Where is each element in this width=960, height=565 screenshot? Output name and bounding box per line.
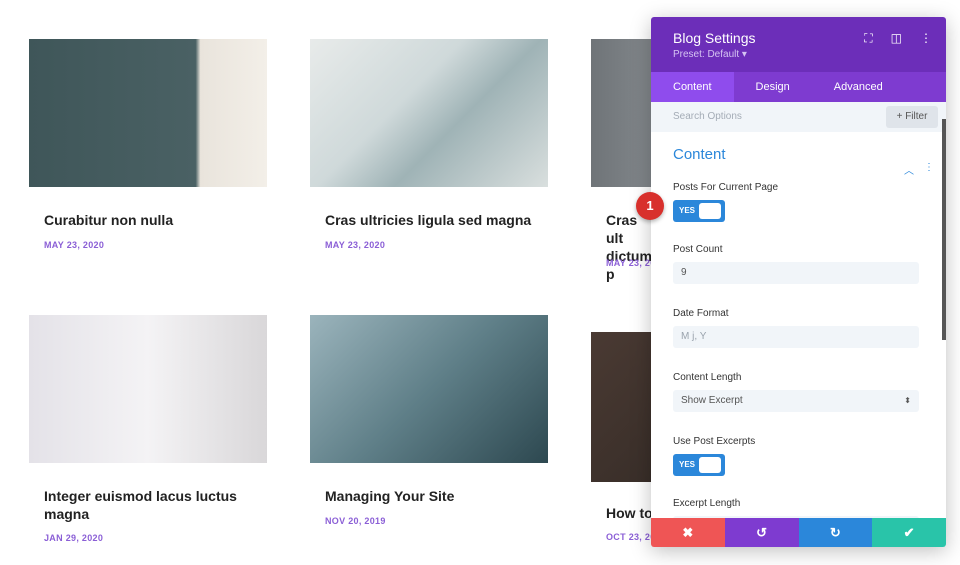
undo-button[interactable]: ↺ <box>724 518 799 547</box>
post-title[interactable]: Curabitur non nulla <box>44 211 259 229</box>
post-card[interactable]: Managing Your Site NOV 20, 2019 <box>310 315 548 526</box>
save-button[interactable]: ✔ <box>872 518 946 547</box>
section-menu-icon[interactable]: ⋮ <box>924 162 934 177</box>
post-date: MAY 23, 2020 <box>44 240 105 250</box>
field-label: Date Format <box>673 308 729 319</box>
use-post-excerpts-toggle[interactable]: YES <box>673 454 725 476</box>
post-title[interactable]: Cras ult dictum p <box>606 211 656 283</box>
filter-button[interactable]: + Filter <box>886 106 938 128</box>
post-date: MAY 23, 2020 <box>325 240 386 250</box>
post-date: OCT 23, 20 <box>606 532 656 542</box>
field-label: Post Count <box>673 244 723 255</box>
section-title[interactable]: Content <box>673 146 924 168</box>
redo-button[interactable]: ↻ <box>798 518 873 547</box>
field-label: Use Post Excerpts <box>673 436 756 447</box>
step-badge: 1 <box>636 192 664 220</box>
post-image[interactable] <box>310 39 548 187</box>
post-card[interactable]: Cras ultricies ligula sed magna MAY 23, … <box>310 39 548 250</box>
field-label: Posts For Current Page <box>673 182 779 193</box>
post-image[interactable] <box>29 315 267 463</box>
search-options-input[interactable]: Search Options + Filter <box>651 102 946 132</box>
chevron-up-icon[interactable]: ︿ <box>904 162 914 177</box>
post-card[interactable]: Curabitur non nulla MAY 23, 2020 <box>29 39 267 250</box>
posts-current-page-toggle[interactable]: YES <box>673 200 725 222</box>
post-card[interactable]: Integer euismod lacus luctus magna JAN 2… <box>29 315 267 543</box>
select-arrows-icon: ⬍ <box>904 396 911 405</box>
select-value: Show Excerpt <box>681 395 743 406</box>
blog-settings-panel: Blog Settings Preset: Default ▾ ⛶ ◫ ⋮ Co… <box>651 17 946 547</box>
post-date: MAY 23, 20 <box>606 258 656 268</box>
post-title[interactable]: Managing Your Site <box>325 487 540 505</box>
content-length-select[interactable]: Show Excerpt ⬍ <box>673 390 919 412</box>
post-date: JAN 29, 2020 <box>44 533 104 543</box>
tab-design[interactable]: Design <box>734 72 812 102</box>
post-title[interactable]: Integer euismod lacus luctus magna <box>44 487 259 523</box>
toggle-label: YES <box>679 460 696 469</box>
post-count-input[interactable]: 9 <box>673 262 919 284</box>
tab-content[interactable]: Content <box>651 72 734 102</box>
post-image[interactable] <box>29 39 267 187</box>
post-title[interactable]: Cras ultricies ligula sed magna <box>325 211 540 229</box>
field-label: Excerpt Length <box>673 498 741 509</box>
tab-advanced[interactable]: Advanced <box>812 72 905 102</box>
sidebar-layout-icon[interactable]: ◫ <box>891 31 902 46</box>
post-date: NOV 20, 2019 <box>325 516 386 526</box>
more-options-icon[interactable]: ⋮ <box>920 31 932 46</box>
preset-dropdown[interactable]: Preset: Default ▾ <box>673 49 924 60</box>
cancel-button[interactable]: ✖ <box>651 518 725 547</box>
post-image[interactable] <box>310 315 548 463</box>
search-placeholder: Search Options <box>673 111 742 122</box>
toggle-label: YES <box>679 206 696 215</box>
panel-header: Blog Settings Preset: Default ▾ ⛶ ◫ ⋮ <box>651 17 946 72</box>
scrollbar[interactable] <box>942 119 946 340</box>
field-label: Content Length <box>673 372 742 383</box>
fullscreen-icon[interactable]: ⛶ <box>864 31 872 46</box>
date-format-input[interactable]: M j, Y <box>673 326 919 348</box>
